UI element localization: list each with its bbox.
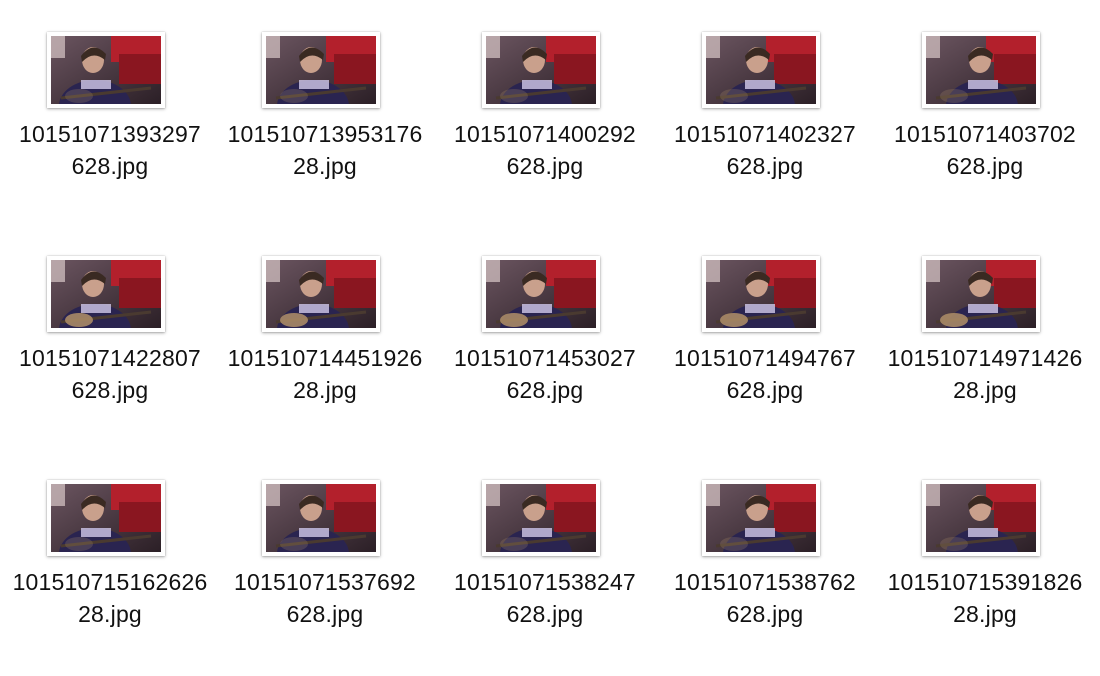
file-name-line-1: 101510714971426 [887,345,1083,371]
file-name-label[interactable]: 101510714451926 28.jpg [215,342,435,406]
image-thumbnail-icon [926,36,1036,104]
file-thumbnail[interactable] [702,256,820,332]
file-name-label[interactable]: 101510715162626 28.jpg [0,566,220,630]
file-name-line-2: 628.jpg [506,153,584,179]
image-thumbnail-icon [266,36,376,104]
image-thumbnail-icon [926,484,1036,552]
file-name-line-2: 628.jpg [286,601,364,627]
file-name-line-1: 101510714451926 [227,345,423,371]
file-item[interactable]: 10151071453027 628.jpg [435,224,655,434]
file-thumbnail[interactable] [47,256,165,332]
file-thumbnail[interactable] [482,32,600,108]
file-name-line-2: 28.jpg [293,153,357,179]
file-name-line-2: 28.jpg [78,601,142,627]
file-item[interactable]: 10151071402327 628.jpg [655,0,875,210]
file-name-label[interactable]: 10151071538247 628.jpg [435,566,655,630]
file-name-line-1: 10151071538247 [454,569,636,595]
file-thumbnail[interactable] [47,32,165,108]
file-name-label[interactable]: 101510714971426 28.jpg [875,342,1095,406]
file-name-label[interactable]: 10151071400292 628.jpg [435,118,655,182]
file-name-label[interactable]: 10151071494767 628.jpg [655,342,875,406]
file-name-line-1: 10151071403702 [894,121,1076,147]
file-item[interactable]: 101510713953176 28.jpg [215,0,435,210]
file-thumbnail[interactable] [482,256,600,332]
file-name-line-2: 628.jpg [726,377,804,403]
file-item[interactable]: 101510714451926 28.jpg [215,224,435,434]
file-thumbnail[interactable] [262,32,380,108]
file-name-label[interactable]: 101510715391826 28.jpg [875,566,1095,630]
file-name-line-2: 628.jpg [506,377,584,403]
file-thumbnail[interactable] [922,480,1040,556]
file-thumbnail[interactable] [702,480,820,556]
file-name-line-2: 28.jpg [953,601,1017,627]
file-item[interactable]: 10151071400292 628.jpg [435,0,655,210]
file-name-label[interactable]: 10151071393297 628.jpg [0,118,220,182]
file-item[interactable]: 10151071537692 628.jpg [215,448,435,658]
file-item[interactable]: 101510715391826 28.jpg [875,448,1095,658]
file-name-line-2: 28.jpg [953,377,1017,403]
file-name-line-2: 628.jpg [71,377,149,403]
file-thumbnail[interactable] [47,480,165,556]
image-thumbnail-icon [706,260,816,328]
file-icon-grid: 10151071393297 628.jpg 101510713953176 28.j… [0,0,1100,676]
file-name-line-1: 101510713953176 [227,121,423,147]
file-name-line-1: 10151071453027 [454,345,636,371]
file-name-label[interactable]: 10151071453027 628.jpg [435,342,655,406]
image-thumbnail-icon [486,260,596,328]
image-thumbnail-icon [486,36,596,104]
image-thumbnail-icon [51,484,161,552]
image-thumbnail-icon [266,484,376,552]
file-name-line-1: 10151071537692 [234,569,416,595]
file-name-line-2: 628.jpg [946,153,1024,179]
file-name-label[interactable]: 10151071537692 628.jpg [215,566,435,630]
image-thumbnail-icon [51,36,161,104]
file-name-label[interactable]: 10151071402327 628.jpg [655,118,875,182]
file-name-line-2: 628.jpg [726,601,804,627]
file-name-line-2: 628.jpg [71,153,149,179]
image-thumbnail-icon [51,260,161,328]
image-thumbnail-icon [926,260,1036,328]
file-item[interactable]: 10151071422807 628.jpg [0,224,220,434]
image-thumbnail-icon [266,260,376,328]
file-thumbnail[interactable] [702,32,820,108]
file-item[interactable]: 10151071538247 628.jpg [435,448,655,658]
file-item[interactable]: 101510715162626 28.jpg [0,448,220,658]
file-name-line-1: 10151071494767 [674,345,856,371]
file-name-line-1: 10151071400292 [454,121,636,147]
file-name-label[interactable]: 10151071422807 628.jpg [0,342,220,406]
file-name-line-1: 101510715391826 [887,569,1083,595]
file-name-label[interactable]: 10151071403702 628.jpg [875,118,1095,182]
file-name-line-2: 628.jpg [506,601,584,627]
file-name-label[interactable]: 101510713953176 28.jpg [215,118,435,182]
file-thumbnail[interactable] [482,480,600,556]
image-thumbnail-icon [706,36,816,104]
file-name-line-1: 10151071538762 [674,569,856,595]
file-name-line-1: 10151071393297 [19,121,201,147]
file-name-line-1: 10151071402327 [674,121,856,147]
file-thumbnail[interactable] [922,32,1040,108]
file-thumbnail[interactable] [922,256,1040,332]
file-name-line-2: 28.jpg [293,377,357,403]
image-thumbnail-icon [706,484,816,552]
file-item[interactable]: 10151071393297 628.jpg [0,0,220,210]
file-item[interactable]: 10151071494767 628.jpg [655,224,875,434]
file-thumbnail[interactable] [262,256,380,332]
file-item[interactable]: 101510714971426 28.jpg [875,224,1095,434]
file-name-line-2: 628.jpg [726,153,804,179]
file-thumbnail[interactable] [262,480,380,556]
file-name-label[interactable]: 10151071538762 628.jpg [655,566,875,630]
file-name-line-1: 10151071422807 [19,345,201,371]
image-thumbnail-icon [486,484,596,552]
file-name-line-1: 101510715162626 [12,569,208,595]
file-item[interactable]: 10151071538762 628.jpg [655,448,875,658]
file-item[interactable]: 10151071403702 628.jpg [875,0,1095,210]
